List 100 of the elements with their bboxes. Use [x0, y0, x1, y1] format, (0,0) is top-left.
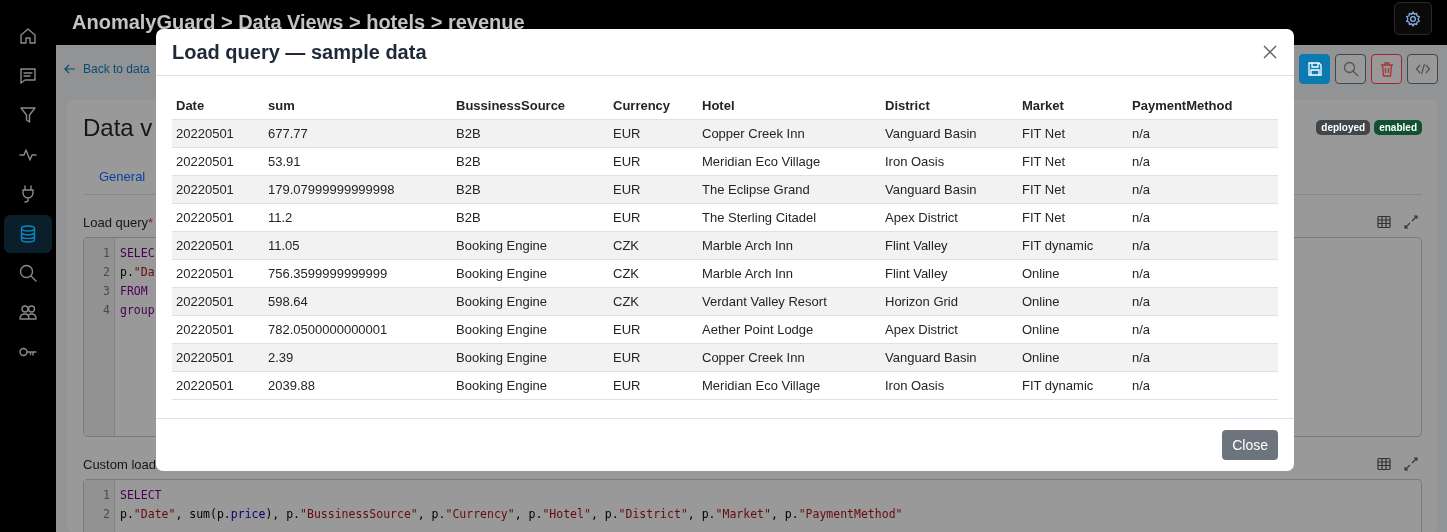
table-cell: Apex District [881, 315, 1018, 344]
table-cell: EUR [609, 343, 698, 372]
table-cell: n/a [1128, 203, 1278, 232]
code-line: SELEC [120, 245, 155, 262]
status-badge: enabled [1374, 119, 1422, 135]
column-header: Date [172, 92, 264, 120]
table-cell: 20220501 [172, 371, 264, 400]
table-cell: 677.77 [264, 119, 452, 148]
table-cell: 2.39 [264, 343, 452, 372]
table-cell: 20220501 [172, 259, 264, 288]
table-cell: Apex District [881, 203, 1018, 232]
table-cell: 53.91 [264, 147, 452, 176]
table-cell: Marble Arch Inn [698, 231, 881, 260]
code-line: FROM [120, 283, 149, 300]
table-cell: Iron Oasis [881, 147, 1018, 176]
table-cell: Vanguard Basin [881, 175, 1018, 204]
table-cell: EUR [609, 203, 698, 232]
table-cell: 20220501 [172, 287, 264, 316]
table-cell: n/a [1128, 119, 1278, 148]
line-number: 1 [102, 487, 111, 504]
table-cell: Meridian Eco Village [698, 371, 881, 400]
field-label: Load query* [83, 214, 154, 230]
column-header: Market [1018, 92, 1128, 120]
column-header: Hotel [698, 92, 881, 120]
table-cell: EUR [609, 147, 698, 176]
table-cell: B2B [452, 203, 609, 232]
table-cell: 20220501 [172, 315, 264, 344]
line-number: 4 [102, 302, 111, 319]
table-cell: 782.0500000000001 [264, 315, 452, 344]
page-title: Data v [83, 114, 153, 142]
table-cell: Booking Engine [452, 259, 609, 288]
table-cell: 179.07999999999998 [264, 175, 452, 204]
table-cell: B2B [452, 119, 609, 148]
table-cell: Aether Point Lodge [698, 315, 881, 344]
table-cell: Online [1018, 343, 1128, 372]
table-cell: Meridian Eco Village [698, 147, 881, 176]
table-cell: Online [1018, 259, 1128, 288]
table-cell: n/a [1128, 287, 1278, 316]
table-cell: CZK [609, 231, 698, 260]
column-header: PaymentMethod [1128, 92, 1278, 120]
column-header: sum [264, 92, 452, 120]
table-cell: 756.3599999999999 [264, 259, 452, 288]
status-badge: deployed [1316, 119, 1371, 135]
table-cell: 20220501 [172, 147, 264, 176]
column-header: Currency [609, 92, 698, 120]
table-cell: Marble Arch Inn [698, 259, 881, 288]
table-cell: Booking Engine [452, 371, 609, 400]
table-cell: 20220501 [172, 343, 264, 372]
table-cell: FIT Net [1018, 119, 1128, 148]
table-cell: FIT Net [1018, 147, 1128, 176]
table-cell: Iron Oasis [881, 371, 1018, 400]
table-cell: n/a [1128, 343, 1278, 372]
code-line: p."Da [120, 264, 155, 281]
table-cell: Flint Valley [881, 231, 1018, 260]
table-cell: FIT dynamic [1018, 231, 1128, 260]
table-cell: n/a [1128, 175, 1278, 204]
table-cell: Booking Engine [452, 287, 609, 316]
table-cell: Copper Creek Inn [698, 119, 881, 148]
code-line: SELECT [120, 487, 163, 504]
table-cell: 2039.88 [264, 371, 452, 400]
line-number: 2 [102, 506, 111, 523]
table-cell: Horizon Grid [881, 287, 1018, 316]
modal-title: Load query — sample data [172, 40, 427, 64]
line-number: 2 [102, 264, 111, 281]
table-cell: 20220501 [172, 231, 264, 260]
table-cell: 20220501 [172, 203, 264, 232]
column-header: BussinessSource [452, 92, 609, 120]
table-cell: CZK [609, 287, 698, 316]
table-cell: Online [1018, 287, 1128, 316]
table-cell: Verdant Valley Resort [698, 287, 881, 316]
table-cell: n/a [1128, 259, 1278, 288]
table-cell: CZK [609, 259, 698, 288]
table-cell: n/a [1128, 371, 1278, 400]
table-cell: Copper Creek Inn [698, 343, 881, 372]
table-cell: Flint Valley [881, 259, 1018, 288]
table-cell: Vanguard Basin [881, 343, 1018, 372]
line-number: 1 [102, 245, 111, 262]
table-cell: EUR [609, 119, 698, 148]
table-cell: n/a [1128, 147, 1278, 176]
table-cell: 598.64 [264, 287, 452, 316]
table-cell: Booking Engine [452, 343, 609, 372]
breadcrumb: AnomalyGuard > Data Views > hotels > revenue [72, 11, 525, 34]
table-cell: FIT dynamic [1018, 371, 1128, 400]
column-header: District [881, 92, 1018, 120]
table-cell: n/a [1128, 231, 1278, 260]
table-cell: The Eclipse Grand [698, 175, 881, 204]
table-cell: 20220501 [172, 175, 264, 204]
table-cell: EUR [609, 175, 698, 204]
table-cell: The Sterling Citadel [698, 203, 881, 232]
table-cell: n/a [1128, 315, 1278, 344]
table-cell: B2B [452, 175, 609, 204]
table-cell: Online [1018, 315, 1128, 344]
table-cell: Booking Engine [452, 231, 609, 260]
table-cell: 20220501 [172, 119, 264, 148]
table-cell: 11.05 [264, 231, 452, 260]
table-cell: EUR [609, 371, 698, 400]
table-cell: EUR [609, 315, 698, 344]
table-cell: 11.2 [264, 203, 452, 232]
field-label: Custom load [83, 456, 156, 472]
table-cell: FIT Net [1018, 175, 1128, 204]
